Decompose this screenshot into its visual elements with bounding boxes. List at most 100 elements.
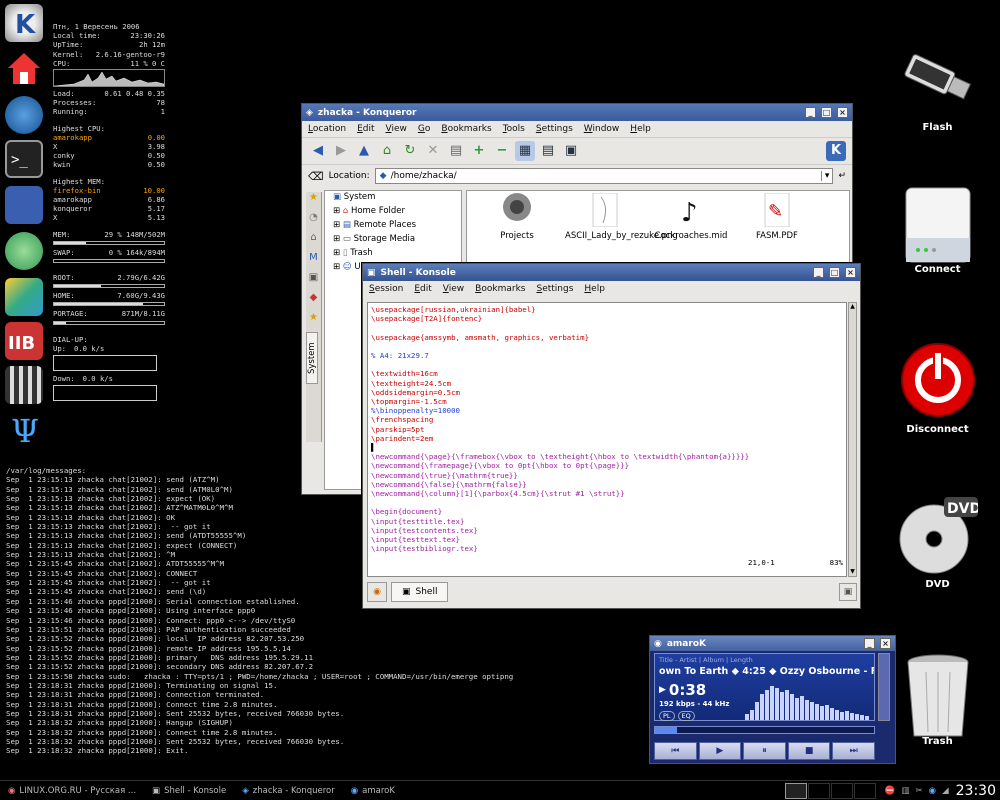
bookmarks-tab-icon[interactable]: ★ xyxy=(306,192,321,212)
terminal-icon[interactable]: >_ xyxy=(5,140,43,178)
menu-settings[interactable]: Settings xyxy=(536,124,573,134)
maximize-button[interactable]: □ xyxy=(821,107,832,118)
konqueror-titlebar[interactable]: ◈ zhacka - Konqueror _ □ × xyxy=(302,104,852,121)
equalizer-button[interactable]: EQ xyxy=(677,711,695,721)
menu-view[interactable]: View xyxy=(443,284,464,294)
playlist-button[interactable]: PL xyxy=(659,711,675,721)
tray-klipper-icon[interactable]: ✂ xyxy=(916,786,923,796)
menu-settings[interactable]: Settings xyxy=(536,284,573,294)
tree-item-storage[interactable]: ⊞ ▭ Storage Media xyxy=(325,233,461,247)
preview-icon[interactable]: ▣ xyxy=(561,141,581,161)
menu-edit[interactable]: Edit xyxy=(357,124,374,134)
next-icon[interactable]: ⏭ xyxy=(832,742,875,760)
menu-help[interactable]: Help xyxy=(630,124,651,134)
menu-edit[interactable]: Edit xyxy=(414,284,431,294)
pager-desktop-1[interactable] xyxy=(784,782,807,799)
file-item[interactable]: ASCII_Lady_by_rezuke.png xyxy=(565,192,678,241)
terminal-scrollbar[interactable]: ▲ ▼ xyxy=(848,302,857,577)
media-tab-icon[interactable]: M xyxy=(306,252,321,272)
task-konsole[interactable]: ▣ Shell - Konsole xyxy=(144,782,234,800)
desktop-icon-connect[interactable]: Connect xyxy=(880,180,995,275)
close-button[interactable]: × xyxy=(837,107,848,118)
network-tab-icon[interactable]: ▣ xyxy=(306,272,321,292)
ppb-icon[interactable]: IIB xyxy=(5,322,43,360)
tree-item-home[interactable]: ⊞ ⌂ Home Folder xyxy=(325,205,461,219)
task-amarok[interactable]: ◉ amaroK xyxy=(343,782,403,800)
reload-icon[interactable]: ↻ xyxy=(400,141,420,161)
menu-bookmarks[interactable]: Bookmarks xyxy=(441,124,491,134)
menu-window[interactable]: Window xyxy=(584,124,620,134)
tree-item-system[interactable]: ▣ System xyxy=(325,191,461,205)
menu-go[interactable]: Go xyxy=(418,124,431,134)
menu-location[interactable]: Location xyxy=(308,124,346,134)
play-icon[interactable]: ▶ xyxy=(698,742,742,760)
text-editor-icon[interactable] xyxy=(5,186,43,224)
menu-tools[interactable]: Tools xyxy=(503,124,525,134)
stop-icon[interactable]: ■ xyxy=(787,742,831,760)
minimize-button[interactable]: _ xyxy=(864,638,875,649)
tree-item-trash[interactable]: ⊞ ▯ Trash xyxy=(325,247,461,261)
menu-help[interactable]: Help xyxy=(584,284,605,294)
minimize-button[interactable]: _ xyxy=(813,267,824,278)
desktop-pager[interactable] xyxy=(784,782,876,799)
forward-icon[interactable]: ▶ xyxy=(331,141,351,161)
pager-desktop-4[interactable] xyxy=(853,782,876,799)
konsole-titlebar[interactable]: ▣ Shell - Konsole _ □ × xyxy=(363,264,860,281)
tray-network-icon[interactable]: ▥ xyxy=(902,786,910,796)
amarok-titlebar[interactable]: ◉ amaroK _ × xyxy=(650,636,895,651)
previous-icon[interactable]: ⏮ xyxy=(654,742,697,760)
konsole-window[interactable]: ▣ Shell - Konsole _ □ × Session Edit Vie… xyxy=(362,263,861,609)
home-icon[interactable] xyxy=(5,50,43,88)
web-browser-icon[interactable] xyxy=(5,96,43,134)
go-icon[interactable]: ↵ xyxy=(838,171,846,181)
up-icon[interactable]: ▲ xyxy=(354,141,374,161)
file-item[interactable]: ♪ Cockroaches.mid xyxy=(651,193,731,241)
menu-view[interactable]: View xyxy=(386,124,407,134)
minimize-button[interactable]: _ xyxy=(805,107,816,118)
amarok-window[interactable]: ◉ amaroK _ × Title - Artist | Album | Le… xyxy=(649,635,896,764)
tray-stop-icon[interactable]: ⛔ xyxy=(885,786,896,796)
close-session-icon[interactable]: ▣ xyxy=(839,583,857,601)
psi-messenger-icon[interactable]: Ψ xyxy=(5,410,43,450)
desktop-icon-dvd[interactable]: DVD DVD xyxy=(880,495,995,590)
close-button[interactable]: × xyxy=(845,267,856,278)
print-icon[interactable]: ▤ xyxy=(446,141,466,161)
menu-session[interactable]: Session xyxy=(369,284,403,294)
clear-location-icon[interactable]: ⌫ xyxy=(308,170,324,183)
tray-amarok-icon[interactable]: ◉ xyxy=(929,786,936,796)
zoom-in-icon[interactable]: + xyxy=(469,141,489,161)
close-button[interactable]: × xyxy=(880,638,891,649)
settings-icon[interactable] xyxy=(5,232,43,270)
task-firefox[interactable]: ◉ LINUX.ORG.RU - Русская ... xyxy=(0,782,144,800)
favorites-tab-icon[interactable]: ★ xyxy=(306,312,321,332)
home-tab-icon[interactable]: ⌂ xyxy=(306,232,321,252)
location-field[interactable]: ◆ /home/zhacka/ ▾ xyxy=(374,168,834,184)
home-nav-icon[interactable]: ⌂ xyxy=(377,141,397,161)
tray-volume-icon[interactable]: ◢ xyxy=(942,786,949,796)
maximize-button[interactable]: □ xyxy=(829,267,840,278)
seek-bar[interactable] xyxy=(654,726,875,734)
stop-icon[interactable]: ✕ xyxy=(423,141,443,161)
task-konqueror[interactable]: ◈ zhacka - Konqueror xyxy=(234,782,342,800)
video-clapper-icon[interactable] xyxy=(5,366,43,404)
detail-view-icon[interactable]: ▤ xyxy=(538,141,558,161)
desktop-icon-trash[interactable]: Trash xyxy=(880,652,995,747)
kde-menu-icon[interactable]: K xyxy=(5,4,43,42)
zoom-out-icon[interactable]: − xyxy=(492,141,512,161)
system-tab[interactable]: System xyxy=(306,332,318,384)
new-session-icon[interactable]: ◉ xyxy=(367,582,387,602)
terminal-area[interactable]: \usepackage[russian,ukrainian]{babel} \us… xyxy=(367,302,847,577)
file-item[interactable]: Projects xyxy=(477,193,557,241)
pager-desktop-3[interactable] xyxy=(830,782,853,799)
clock[interactable]: 23:30 xyxy=(956,783,996,799)
tree-item-remote[interactable]: ⊞ ▤ Remote Places xyxy=(325,219,461,233)
tab-shell[interactable]: ▣ Shell xyxy=(391,582,449,602)
icon-view-icon[interactable]: ▦ xyxy=(515,141,535,161)
back-icon[interactable]: ◀ xyxy=(308,141,328,161)
dropdown-arrow-icon[interactable]: ▾ xyxy=(820,171,833,181)
image-viewer-icon[interactable] xyxy=(5,278,43,316)
desktop-icon-flash[interactable]: Flash xyxy=(880,38,995,133)
file-item[interactable]: ✎ FASM.PDF xyxy=(737,192,817,241)
history-tab-icon[interactable]: ◔ xyxy=(306,212,321,232)
volume-slider[interactable] xyxy=(878,653,890,721)
